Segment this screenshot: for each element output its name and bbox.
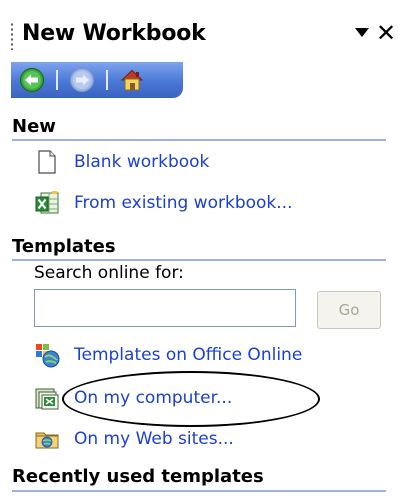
task-pane: New Workbook ✕ New Blank workbook From e…	[0, 0, 398, 498]
from-existing-workbook-link[interactable]: From existing workbook...	[34, 188, 292, 218]
blank-document-icon	[34, 149, 60, 175]
section-divider	[12, 259, 386, 261]
on-my-web-sites-label[interactable]: On my Web sites...	[74, 429, 234, 449]
dropdown-arrow-icon[interactable]	[355, 28, 369, 37]
office-online-icon	[34, 342, 60, 368]
templates-office-online-label[interactable]: Templates on Office Online	[74, 345, 302, 365]
back-arrow-icon[interactable]	[19, 67, 45, 93]
grip-icon[interactable]	[10, 22, 14, 50]
blank-workbook-link[interactable]: Blank workbook	[34, 147, 209, 177]
toolbar-separator	[106, 70, 108, 90]
navigation-toolbar	[11, 62, 183, 98]
go-button[interactable]: Go	[317, 291, 381, 329]
on-my-web-sites-link[interactable]: On my Web sites...	[34, 424, 234, 454]
home-icon[interactable]	[119, 67, 145, 93]
section-heading-new: New	[12, 116, 56, 137]
section-divider	[12, 139, 386, 141]
section-heading-recent: Recently used templates	[12, 466, 264, 487]
search-online-input[interactable]	[34, 289, 296, 327]
forward-arrow-icon[interactable]	[69, 67, 95, 93]
search-online-label: Search online for:	[34, 263, 184, 283]
close-icon[interactable]: ✕	[376, 19, 396, 47]
pane-title: New Workbook	[22, 21, 206, 46]
blank-workbook-label[interactable]: Blank workbook	[74, 152, 209, 172]
task-pane-title-bar: New Workbook ✕	[0, 0, 398, 60]
section-heading-templates: Templates	[12, 236, 116, 257]
templates-office-online-link[interactable]: Templates on Office Online	[34, 340, 302, 370]
from-existing-workbook-label[interactable]: From existing workbook...	[74, 193, 292, 213]
toolbar-separator	[56, 70, 58, 90]
annotation-oval	[62, 371, 320, 427]
web-folder-icon	[34, 426, 60, 452]
excel-workbook-icon	[34, 190, 60, 216]
section-divider	[12, 490, 386, 492]
templates-folder-icon	[34, 385, 60, 411]
